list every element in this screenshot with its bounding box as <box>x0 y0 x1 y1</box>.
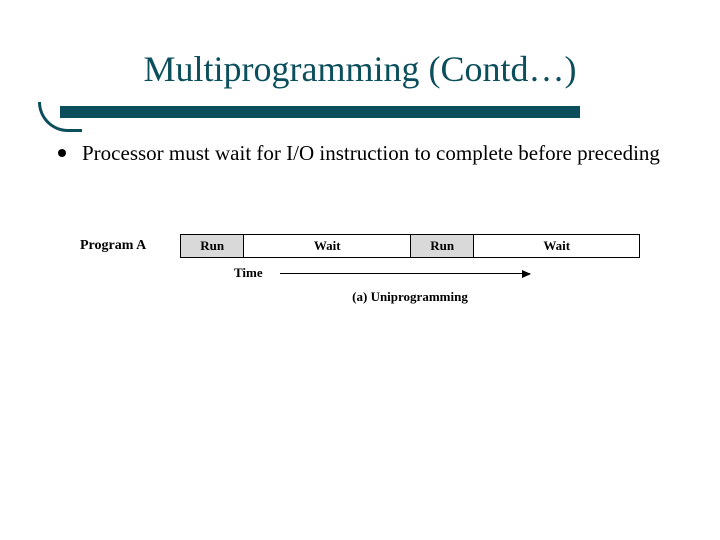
slide-title: Multiprogramming (Contd…) <box>0 48 720 90</box>
segment-wait-1: Wait <box>244 234 410 258</box>
arrow-right-icon <box>280 273 530 274</box>
bullet-item: Processor must wait for I/O instruction … <box>58 140 680 166</box>
timeline-strip: Run Wait Run Wait <box>180 234 640 258</box>
time-label: Time <box>234 265 263 281</box>
diagram-caption: (a) Uniprogramming <box>180 289 640 305</box>
program-a-label: Program A <box>80 238 180 254</box>
bullet-text: Processor must wait for I/O instruction … <box>82 140 680 166</box>
segment-run-1: Run <box>180 234 244 258</box>
bullet-dot-icon <box>58 149 66 157</box>
time-axis: Time <box>180 265 640 287</box>
uniprogramming-diagram: Program A Run Wait Run Wait Time (a) Uni… <box>80 231 640 305</box>
title-rule <box>20 100 580 122</box>
rule-bar <box>60 106 580 118</box>
segment-wait-2: Wait <box>474 234 640 258</box>
segment-run-2: Run <box>410 234 474 258</box>
slide: Multiprogramming (Contd…) Processor must… <box>0 0 720 540</box>
program-row: Program A Run Wait Run Wait <box>80 231 640 261</box>
